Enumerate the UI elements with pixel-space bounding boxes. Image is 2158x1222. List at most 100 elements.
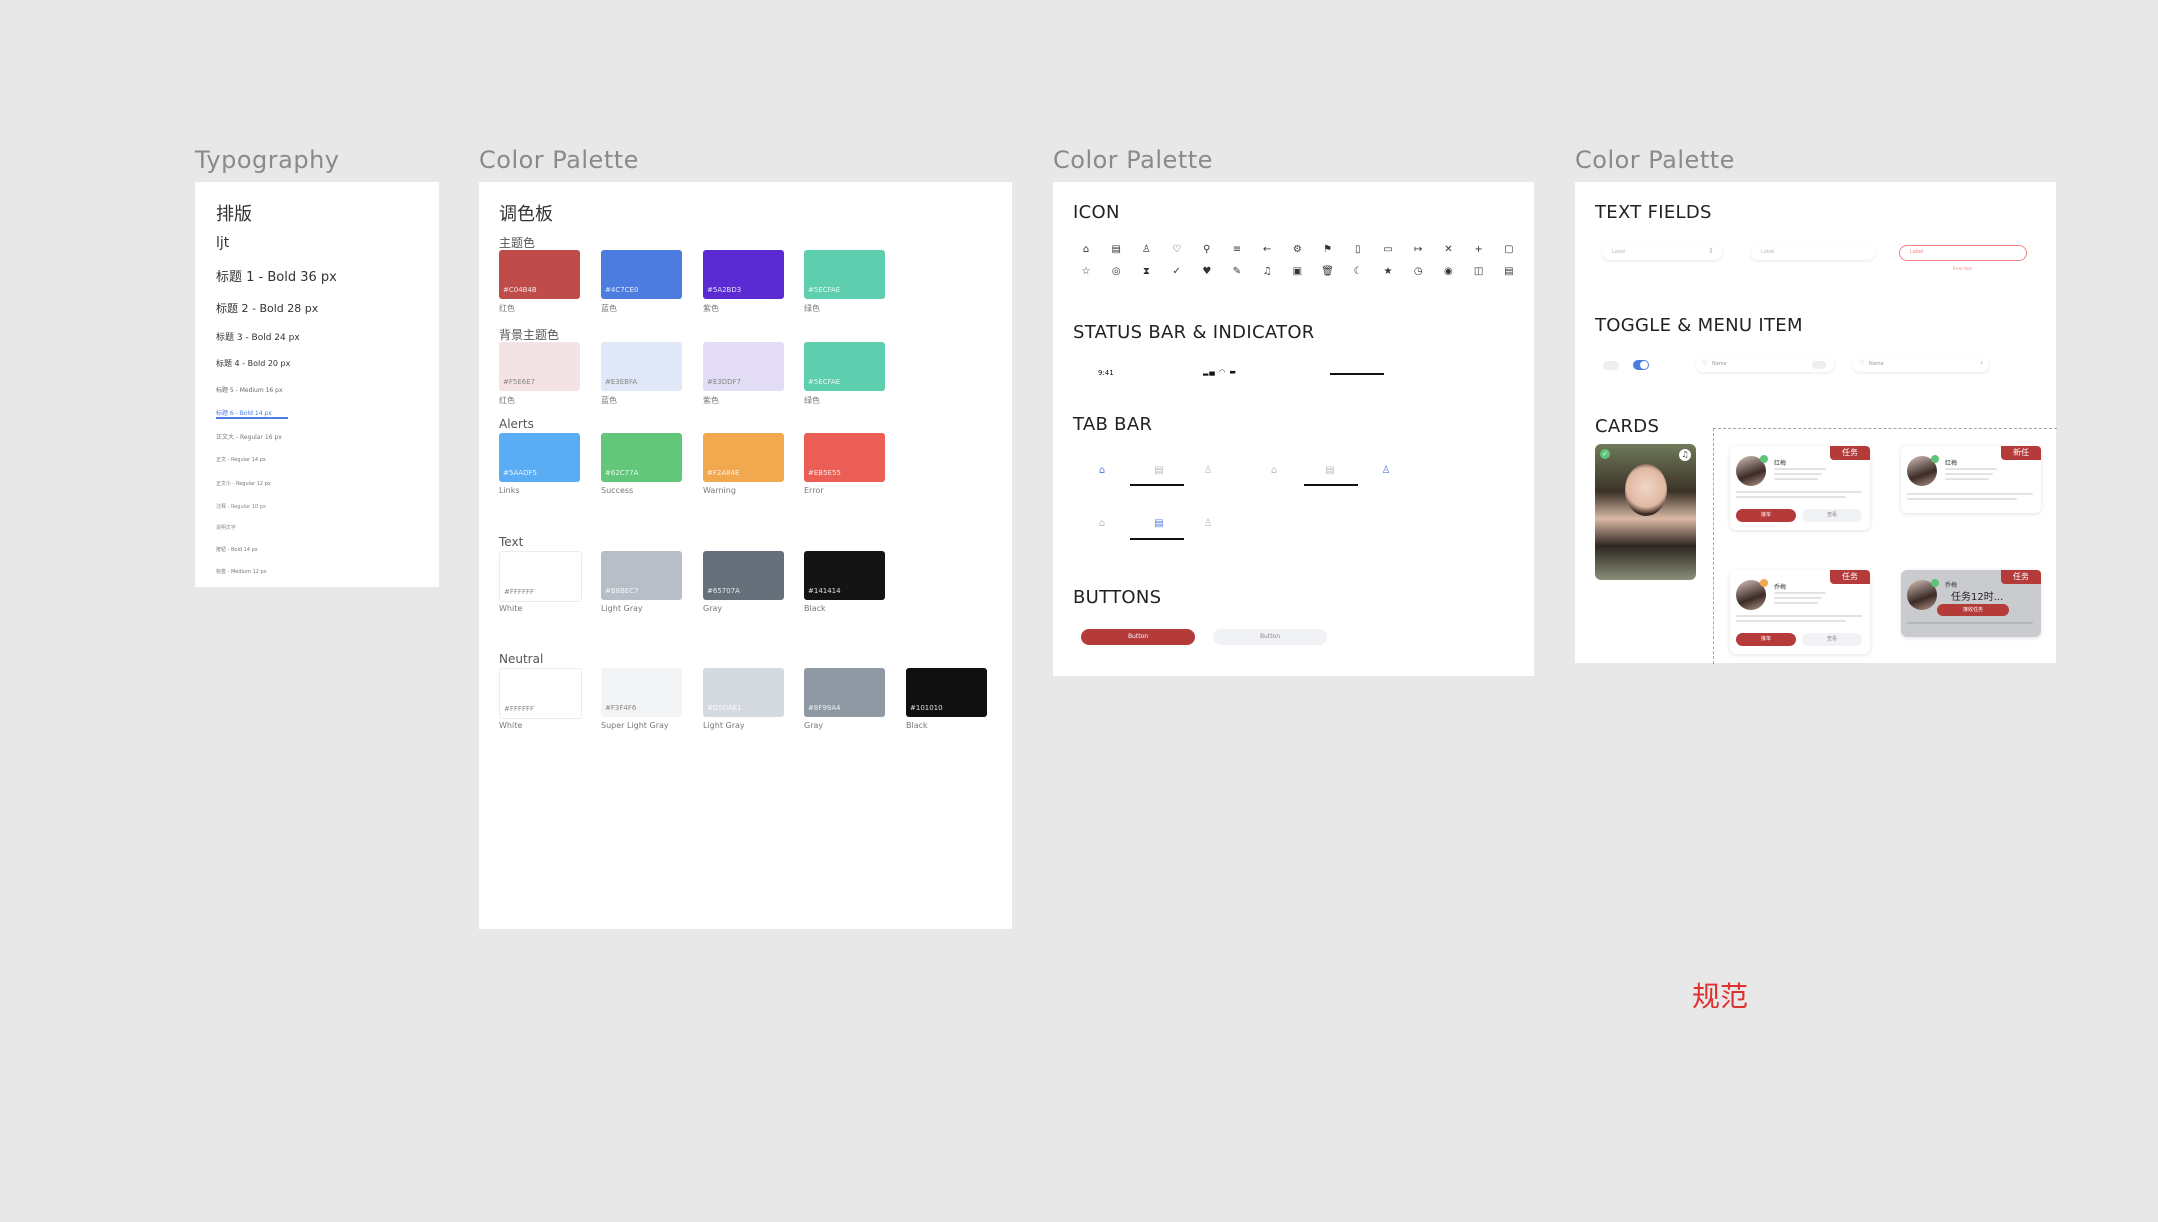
card-detail-line <box>1774 592 1826 594</box>
card-desc-line <box>1907 622 2033 624</box>
ui-icon: ◉ <box>1444 266 1453 277</box>
card-name: 乔梅 <box>1774 584 1787 591</box>
color-swatch[interactable]: #5ECFAE <box>804 342 885 391</box>
accept-button[interactable]: 接单 <box>1736 633 1796 646</box>
color-swatch[interactable]: #FFFFFF <box>499 551 582 602</box>
task-card-2[interactable]: 新任 红梅 <box>1901 446 2041 513</box>
text-field-1[interactable]: Label ⇕ <box>1602 246 1722 260</box>
ui-icon: ✎ <box>1232 266 1242 277</box>
tab-home-icon[interactable]: ⌂ <box>1095 464 1109 478</box>
color-swatch[interactable]: #B8BEC7 <box>601 551 682 600</box>
swatch-name: Black <box>804 604 826 613</box>
portrait-face <box>1625 464 1667 516</box>
tab-user-icon[interactable]: ♙ <box>1201 464 1215 478</box>
card-detail-line <box>1774 468 1826 470</box>
detail-button[interactable]: 查看 <box>1802 509 1862 522</box>
status-signal-icons: ▂▄ ◠ ▬ <box>1203 368 1237 376</box>
toggle-on[interactable] <box>1633 360 1649 370</box>
primary-button[interactable]: Button <box>1081 629 1195 645</box>
toggle-off[interactable] <box>1603 361 1619 370</box>
card-detail-line <box>1774 597 1822 599</box>
receive-task-button[interactable]: 接收任务 <box>1937 604 2009 616</box>
task-card-1[interactable]: 任务 红梅 接单 查看 <box>1730 446 1870 530</box>
ui-icon: ▤ <box>1111 244 1121 255</box>
swatch-hex: #F2A84E <box>707 469 740 477</box>
palette-section-label: Text <box>499 535 524 549</box>
card-detail-line <box>1774 478 1818 480</box>
color-swatch[interactable]: #F2A84E <box>703 433 784 482</box>
ui-icon: ◫ <box>1473 266 1484 277</box>
ui-icon: ✕ <box>1444 244 1453 255</box>
text-field-error[interactable]: Label <box>1899 245 2027 261</box>
task-card-3[interactable]: 任务 乔梅 接单 查看 <box>1730 570 1870 654</box>
swatch-hex: #E3EBFA <box>605 378 638 386</box>
swatch-hex: #4C7CE0 <box>605 286 639 294</box>
text-field-2[interactable]: Label <box>1751 246 1875 260</box>
color-swatch[interactable]: #5ECFAE <box>804 250 885 299</box>
detail-button[interactable]: 查看 <box>1802 633 1862 646</box>
tab-user-icon[interactable]: ♙ <box>1201 517 1215 531</box>
menu-item-1[interactable]: ♡ Name <box>1696 358 1834 372</box>
swatch-hex: #8F99A4 <box>808 704 841 712</box>
palette-section-label: Alerts <box>499 417 534 431</box>
color-swatch[interactable]: #D5DAE1 <box>703 668 784 717</box>
color-swatch[interactable]: #C04B4B <box>499 250 580 299</box>
tab-bar-heading: TAB BAR <box>1073 414 1153 435</box>
swatch-name: 蓝色 <box>601 304 617 313</box>
tab-home-icon[interactable]: ⌂ <box>1095 517 1109 531</box>
color-swatch[interactable]: #F3F4F6 <box>601 668 682 717</box>
accept-button[interactable]: 接单 <box>1736 509 1796 522</box>
swatch-hex: #EB5E55 <box>808 469 841 477</box>
color-swatch[interactable]: #141414 <box>804 551 885 600</box>
palette-section-label: 主题色 <box>499 236 536 250</box>
typo-caption: 说明文字 <box>216 525 237 531</box>
task-tag: 任务 <box>1830 446 1870 460</box>
typo-h6-selected[interactable]: 标题 6 - Bold 14 px <box>216 408 288 419</box>
color-swatch[interactable]: #5A2BD3 <box>703 250 784 299</box>
ui-icon: ◎ <box>1111 266 1121 277</box>
menu-item-2[interactable]: ♡ Name › <box>1853 358 1989 372</box>
swatch-hex: #5ECFAE <box>808 378 841 386</box>
color-swatch[interactable]: #62C77A <box>601 433 682 482</box>
card-detail-line <box>1774 602 1818 604</box>
ui-icon: ▣ <box>1292 266 1303 277</box>
tab-list-icon[interactable]: ▤ <box>1152 517 1166 531</box>
color-swatch[interactable]: #F5E6E7 <box>499 342 580 391</box>
tab-home-icon[interactable]: ⌂ <box>1267 464 1281 478</box>
ui-icon: ▢ <box>1504 244 1514 255</box>
bell-icon[interactable]: ♫ <box>1679 449 1691 461</box>
components-panel: ICON STATUS BAR & INDICATOR 9:41 ▂▄ ◠ ▬ … <box>1053 182 1534 676</box>
task-card-4-disabled[interactable]: 任务 乔梅 任务12时... 接收任务 <box>1901 570 2041 637</box>
tab-user-icon[interactable]: ♙ <box>1379 464 1393 478</box>
secondary-button[interactable]: Button <box>1213 629 1327 645</box>
swatch-name: Light Gray <box>601 604 643 613</box>
ui-icon: ⚑ <box>1323 244 1333 255</box>
ui-icon: ▤ <box>1504 266 1514 277</box>
swatch-hex: #5ECFAE <box>808 286 841 294</box>
color-swatch[interactable]: #101010 <box>906 668 987 717</box>
color-swatch[interactable]: #FFFFFF <box>499 668 582 719</box>
color-swatch[interactable]: #E3DDF7 <box>703 342 784 391</box>
tab-list-icon[interactable]: ▤ <box>1323 464 1337 478</box>
menu-item-1-toggle[interactable] <box>1812 361 1826 369</box>
typo-h5: 标题 5 - Medium 16 px <box>216 387 283 394</box>
color-swatch[interactable]: #65707A <box>703 551 784 600</box>
card-desc-line <box>1907 493 2033 495</box>
cards-heading: CARDS <box>1595 416 1660 437</box>
typo-body-large: 正文大 - Regular 16 px <box>216 434 282 441</box>
ui-icon: ✓ <box>1172 266 1181 277</box>
text-field-3-placeholder: Label <box>1910 249 1924 255</box>
swatch-name: Gray <box>703 604 723 613</box>
tab-list-icon[interactable]: ▤ <box>1152 464 1166 478</box>
typography-sample: ljt <box>216 235 230 251</box>
ui-icon: ☾ <box>1353 266 1363 277</box>
online-badge-icon <box>1760 455 1768 463</box>
photo-card[interactable]: ✓ ♫ <box>1595 444 1696 580</box>
tab-indicator <box>1130 538 1184 540</box>
text-fields-heading: TEXT FIELDS <box>1595 202 1712 223</box>
color-swatch[interactable]: #4C7CE0 <box>601 250 682 299</box>
color-swatch[interactable]: #E3EBFA <box>601 342 682 391</box>
color-swatch[interactable]: #8F99A4 <box>804 668 885 717</box>
color-swatch[interactable]: #EB5E55 <box>804 433 885 482</box>
color-swatch[interactable]: #5AADF5 <box>499 433 580 482</box>
